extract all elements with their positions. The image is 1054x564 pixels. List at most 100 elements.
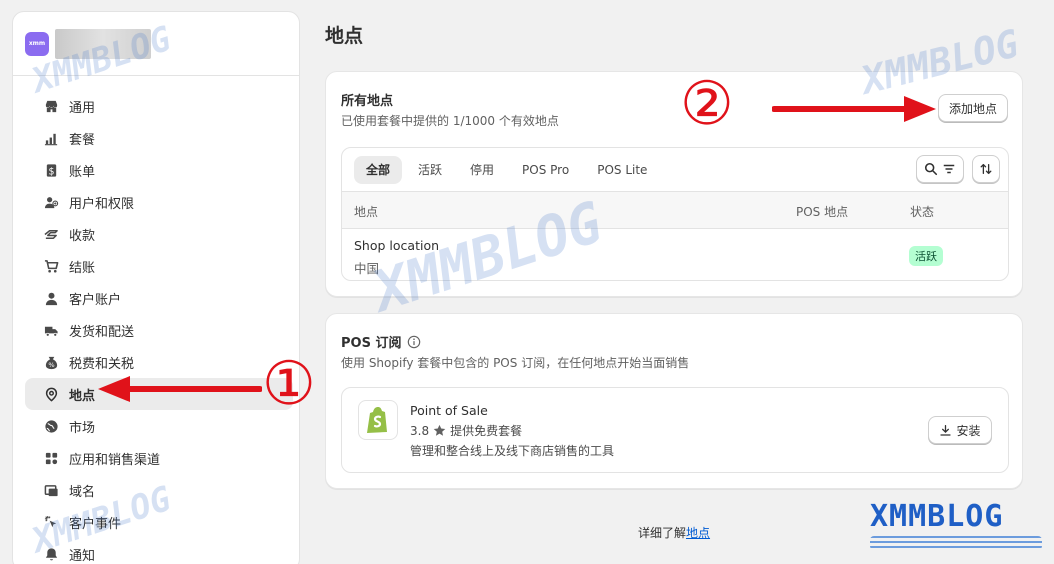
sidebar-item-6[interactable]: 客户账户 (25, 282, 293, 314)
sidebar-item-label: 地点 (69, 388, 96, 404)
sidebar-item-5[interactable]: 结账 (25, 250, 293, 282)
store-name-blurred (55, 28, 151, 59)
sort-icon (980, 163, 992, 175)
apps-icon (43, 450, 59, 466)
sidebar-item-0[interactable]: 通用 (25, 90, 293, 122)
star-icon (433, 424, 446, 436)
sidebar-item-label: 结账 (69, 260, 96, 276)
sidebar-item-2[interactable]: $ 账单 (25, 154, 293, 186)
add-location-button[interactable]: 添加地点 (938, 94, 1008, 122)
tab-all[interactable]: 全部 (354, 155, 403, 184)
store-header[interactable]: xmm (13, 12, 299, 76)
sidebar-item-label: 客户账户 (69, 292, 122, 308)
sidebar-item-3[interactable]: 用户和权限 (25, 186, 293, 218)
sidebar-item-14[interactable]: 通知 (25, 538, 293, 564)
settings-nav: 通用套餐 $ 账单用户和权限收款结账客户账户发货和配送% 税费和关税地点市场应用和销售… (13, 76, 299, 564)
location-country: 中国 (354, 261, 380, 276)
sidebar-item-label: 通用 (69, 100, 96, 116)
shopify-bag-icon (358, 400, 398, 440)
tab-pos-pro[interactable]: POS Pro (510, 156, 581, 184)
cart-icon (43, 258, 59, 274)
person-icon (43, 290, 59, 306)
card-subtitle: 使用 Shopify 套餐中包含的 POS 订阅，在任何地点开始当面销售 (341, 356, 690, 370)
sidebar-item-4[interactable]: 收款 (25, 218, 293, 250)
sidebar-item-label: 账单 (69, 164, 96, 180)
sidebar-item-label: 市场 (69, 420, 96, 436)
learn-more-footer: 详细了解地点 (638, 524, 710, 541)
plan-chart-icon (43, 130, 59, 146)
logo-waves (870, 536, 1042, 550)
tax-icon: % (43, 354, 59, 370)
card-subtitle: 已使用套餐中提供的 1/1000 个有效地点 (341, 114, 559, 128)
filter-icon (943, 164, 955, 174)
status-badge: 活跃 (909, 246, 943, 266)
sidebar-item-10[interactable]: 市场 (25, 410, 293, 442)
tab-pos-lite[interactable]: POS Lite (585, 156, 659, 184)
app-price: 提供免费套餐 (450, 424, 523, 438)
location-pin-icon (43, 386, 59, 402)
location-name: Shop location (354, 238, 440, 253)
annotation-arrow-1 (98, 376, 262, 402)
sidebar-item-label: 应用和销售渠道 (69, 452, 161, 468)
search-icon (924, 162, 938, 176)
search-filter-button[interactable] (916, 155, 964, 183)
payments-icon (43, 226, 59, 242)
sidebar-item-label: 客户事件 (69, 516, 122, 532)
sidebar-item-label: 税费和关税 (69, 356, 135, 372)
sort-button[interactable] (972, 155, 1000, 183)
column-status: 状态 (910, 205, 935, 219)
sidebar-item-7[interactable]: 发货和配送 (25, 314, 293, 346)
info-icon[interactable] (407, 335, 421, 349)
truck-icon (43, 322, 59, 338)
pos-card-title-row: POS 订阅 (341, 332, 421, 351)
domain-icon (43, 482, 59, 498)
sidebar-item-label: 收款 (69, 228, 96, 244)
download-icon (940, 424, 952, 436)
card-title: POS 订阅 (341, 336, 402, 351)
tab-inactive[interactable]: 停用 (458, 156, 506, 184)
sidebar-item-13[interactable]: 客户事件 (25, 506, 293, 538)
install-label: 安装 (956, 423, 981, 438)
store-icon (43, 98, 59, 114)
learn-more-link[interactable]: 地点 (686, 526, 710, 540)
xmmblog-logo: XMMBLOG (870, 502, 1042, 556)
column-location: 地点 (354, 205, 379, 219)
app-rating: 3.8 (410, 423, 430, 438)
app-name: Point of Sale (410, 403, 488, 418)
sidebar-item-label: 通知 (69, 548, 96, 564)
cursor-icon (43, 514, 59, 530)
column-pos-location: POS 地点 (796, 205, 849, 219)
page-title: 地点 (325, 25, 364, 47)
table-header: 地点 POS 地点 状态 (342, 192, 1008, 229)
install-button[interactable]: 安装 (928, 416, 992, 444)
sidebar-item-11[interactable]: 应用和销售渠道 (25, 442, 293, 474)
bell-icon (43, 546, 59, 562)
locations-table: 全部 活跃 停用 POS Pro POS Lite 地点 POS 地点 状态 S… (341, 147, 1009, 281)
filter-tabs: 全部 活跃 停用 POS Pro POS Lite (342, 148, 1008, 192)
store-logo: xmm (25, 31, 49, 56)
app-meta: 3.8 提供免费套餐 (410, 422, 522, 439)
svg-text:$: $ (48, 166, 54, 177)
pos-app-item: Point of Sale 3.8 提供免费套餐 管理和整合线上及线下商店销售的… (341, 387, 1009, 473)
globe-icon (43, 418, 59, 434)
settings-sidebar: xmm 通用套餐 $ 账单用户和权限收款结账客户账户发货和配送% 税费和关税地点市场应… (12, 11, 300, 564)
footer-prefix: 详细了解 (638, 526, 687, 540)
sidebar-item-12[interactable]: 域名 (25, 474, 293, 506)
annotation-arrow-2 (772, 96, 936, 122)
sidebar-item-label: 发货和配送 (69, 324, 135, 340)
billing-icon: $ (43, 162, 59, 178)
pos-subscription-card: POS 订阅 使用 Shopify 套餐中包含的 POS 订阅，在任何地点开始当… (325, 313, 1023, 489)
table-row[interactable]: Shop location 中国 活跃 (342, 229, 1008, 280)
svg-text:%: % (48, 361, 54, 369)
sidebar-item-label: 套餐 (69, 132, 96, 148)
logo-text: XMMBLOG (870, 499, 1004, 534)
sidebar-item-1[interactable]: 套餐 (25, 122, 293, 154)
card-title: 所有地点 (341, 94, 394, 109)
sidebar-item-label: 域名 (69, 484, 96, 500)
annotation-marker-1: ① (262, 349, 316, 419)
app-description: 管理和整合线上及线下商店销售的工具 (410, 444, 615, 458)
tab-active[interactable]: 活跃 (406, 156, 454, 184)
sidebar-item-label: 用户和权限 (69, 196, 135, 212)
users-icon (43, 194, 59, 210)
annotation-marker-2: ② (680, 69, 734, 139)
